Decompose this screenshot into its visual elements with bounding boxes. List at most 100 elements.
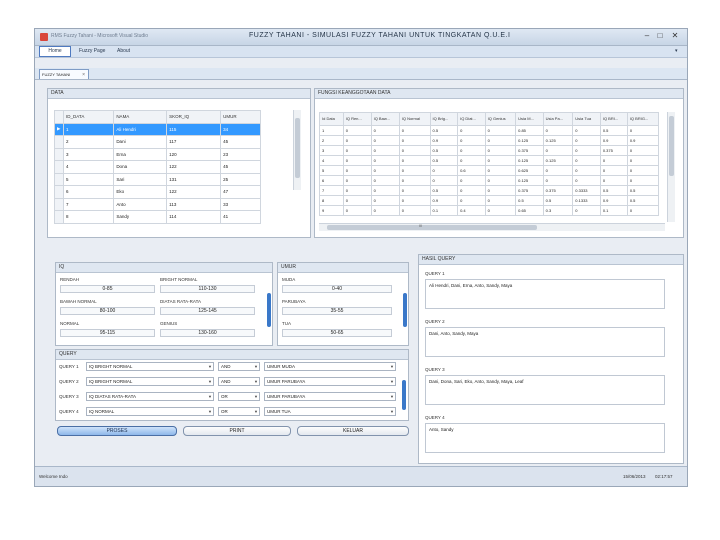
table-row[interactable]: 8 0 0 0 0.9 0 0 0.5 0.5 0.1333 0.9 0.5: [319, 194, 660, 206]
table-cell[interactable]: 0: [484, 134, 517, 146]
table-cell[interactable]: Sandy: [113, 210, 168, 224]
table-cell[interactable]: 0.9: [626, 134, 660, 146]
table-row[interactable]: 8 Sandy 114 41: [54, 210, 261, 224]
row-selector[interactable]: [54, 185, 64, 199]
scrollbar-thumb[interactable]: [295, 118, 300, 178]
iq-field-value[interactable]: 125-145: [160, 307, 255, 315]
table-cell[interactable]: 0.125: [542, 154, 574, 166]
table-row[interactable]: 7 Anto 113 33: [54, 197, 261, 211]
table-cell[interactable]: 0.375: [515, 184, 544, 196]
chevron-down-icon[interactable]: ▼: [254, 408, 258, 415]
result-textbox[interactable]: Dani, Dona, Sari, Eko, Anto, Sandy, Maya…: [425, 375, 665, 405]
table-cell[interactable]: 0.625: [515, 164, 544, 176]
membership-hscroll[interactable]: III: [319, 223, 665, 231]
row-selector[interactable]: [54, 160, 64, 174]
table-cell[interactable]: 4: [62, 160, 115, 174]
table-cell[interactable]: 0: [398, 194, 431, 206]
query-iq-select[interactable]: IQ BRIGHT NORMAL ▼: [86, 377, 214, 386]
table-cell[interactable]: 0: [342, 154, 372, 166]
table-cell[interactable]: 0: [398, 124, 431, 136]
table-cell[interactable]: Dona: [113, 160, 168, 174]
umur-field-value[interactable]: 50-65: [282, 329, 392, 337]
chevron-down-icon[interactable]: ▾: [675, 47, 678, 56]
table-cell[interactable]: 5: [62, 172, 115, 186]
table-cell[interactable]: 0.5: [515, 194, 544, 206]
column-header[interactable]: IQ Diat...: [457, 112, 486, 126]
table-cell[interactable]: 0: [342, 194, 372, 206]
table-cell[interactable]: 0: [370, 204, 400, 216]
table-cell[interactable]: 0: [572, 124, 601, 136]
table-row[interactable]: 1 0 0 0 0.5 0 0 0.85 0 0 0.5 0: [319, 124, 660, 136]
chevron-down-icon[interactable]: ▼: [254, 363, 258, 370]
query-operator-select[interactable]: AND ▼: [218, 377, 260, 386]
table-cell[interactable]: 0: [484, 194, 517, 206]
table-cell[interactable]: 0: [457, 124, 486, 136]
membership-vscroll[interactable]: [667, 112, 675, 222]
query-operator-select[interactable]: AND ▼: [218, 362, 260, 371]
query-iq-select[interactable]: IQ BRIGHT NORMAL ▼: [86, 362, 214, 371]
data-table[interactable]: ID_DATA NAMA SKOR_IQ UMUR ▶ 1 Ali Hendri 115 34 2…: [54, 110, 261, 224]
table-cell[interactable]: 0: [457, 154, 486, 166]
data-table-scrollbar[interactable]: [293, 110, 301, 190]
table-cell[interactable]: 0.5: [626, 194, 660, 206]
query-operator-select[interactable]: OR ▼: [218, 392, 260, 401]
table-cell[interactable]: 25: [220, 172, 261, 186]
table-cell[interactable]: 0: [457, 194, 486, 206]
table-cell[interactable]: 0.9: [429, 134, 459, 146]
row-selector[interactable]: ▶: [54, 122, 64, 136]
result-textbox[interactable]: Anto, Sandy: [425, 423, 665, 453]
table-cell[interactable]: 0: [342, 204, 372, 216]
table-cell[interactable]: 45: [220, 135, 261, 149]
table-cell[interactable]: 0: [626, 154, 660, 166]
table-cell[interactable]: 0.5: [542, 194, 574, 206]
table-cell[interactable]: 0.9: [599, 134, 628, 146]
table-cell[interactable]: 0: [370, 134, 400, 146]
table-cell[interactable]: 115: [166, 122, 222, 136]
table-row[interactable]: 7 0 0 0 0.5 0 0 0.375 0.375 0.3333 0.5 0.5: [319, 184, 660, 196]
table-cell[interactable]: 0: [370, 194, 400, 206]
print-button[interactable]: PRINT: [183, 426, 291, 436]
query-umur-select[interactable]: UMUR MUDA ▼: [264, 362, 396, 371]
table-cell[interactable]: 0: [398, 134, 431, 146]
table-row[interactable]: 4 0 0 0 0.5 0 0 0.125 0.125 0 0 0: [319, 154, 660, 166]
table-cell[interactable]: 0: [599, 174, 628, 186]
table-cell[interactable]: 0: [398, 184, 431, 196]
query-iq-select[interactable]: IQ DIATAS RATA-RATA ▼: [86, 392, 214, 401]
chevron-down-icon[interactable]: ▼: [208, 378, 212, 385]
table-cell[interactable]: 3: [62, 147, 115, 161]
table-cell[interactable]: 0: [342, 174, 372, 186]
table-cell[interactable]: 0.375: [542, 184, 574, 196]
table-cell[interactable]: Ali Hendri: [113, 122, 168, 136]
table-cell[interactable]: 0: [429, 174, 459, 186]
table-cell[interactable]: 0: [542, 174, 574, 186]
row-selector[interactable]: [54, 135, 64, 149]
table-cell[interactable]: 0: [457, 144, 486, 156]
table-cell[interactable]: 0.1: [429, 204, 459, 216]
table-cell[interactable]: 0: [342, 164, 372, 176]
table-cell[interactable]: 0: [342, 144, 372, 156]
table-row[interactable]: 4 Dona 122 45: [54, 160, 261, 174]
table-cell[interactable]: 0.5: [599, 184, 628, 196]
table-cell[interactable]: 0: [457, 134, 486, 146]
umur-scrollbar[interactable]: [403, 293, 407, 327]
table-cell[interactable]: 8: [62, 210, 115, 224]
row-selector[interactable]: [54, 197, 64, 211]
table-cell[interactable]: 0: [626, 164, 660, 176]
tab-close-icon[interactable]: ×: [82, 70, 85, 80]
column-header[interactable]: UMUR: [220, 110, 261, 124]
table-cell[interactable]: 0: [572, 174, 601, 186]
column-header[interactable]: IQ Baw...: [370, 112, 400, 126]
table-cell[interactable]: 1: [319, 124, 344, 136]
table-row[interactable]: 5 Sari 131 25: [54, 172, 261, 186]
table-cell[interactable]: 0.375: [515, 144, 544, 156]
chevron-down-icon[interactable]: ▼: [390, 393, 394, 400]
table-cell[interactable]: 0.125: [542, 134, 574, 146]
table-cell[interactable]: 0: [572, 134, 601, 146]
table-cell[interactable]: Anto: [113, 197, 168, 211]
chevron-down-icon[interactable]: ▼: [390, 378, 394, 385]
table-cell[interactable]: 0.3: [542, 204, 574, 216]
tab-fuzzy-tahani[interactable]: FUZZY TAHANI ×: [39, 69, 89, 79]
umur-field-value[interactable]: 0-40: [282, 285, 392, 293]
iq-field-value[interactable]: 80-100: [60, 307, 155, 315]
iq-scrollbar[interactable]: [267, 293, 271, 327]
